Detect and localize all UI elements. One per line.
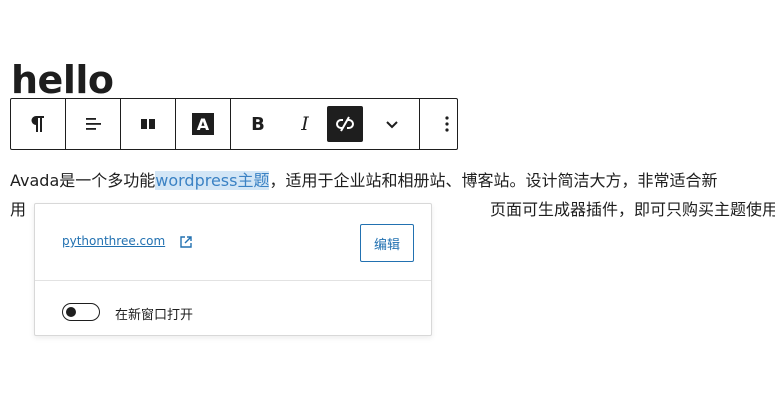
text-color-icon: A	[192, 113, 214, 135]
text-color-button[interactable]: A	[176, 99, 230, 149]
paragraph-line-1: Avada是一个多功能wordpress主题，适用于企业站和相册站、博客站。设计…	[10, 166, 775, 195]
align-button[interactable]	[66, 99, 120, 149]
toolbar-group-format: B I	[231, 99, 420, 149]
chevron-down-icon	[386, 121, 398, 129]
link-popover-preview: pythonthree.com 编辑	[35, 204, 431, 281]
paragraph-text-before-link: Avada是一个多功能	[10, 171, 156, 190]
columns-icon	[141, 119, 155, 129]
toolbar-group-layout	[121, 99, 176, 149]
paragraph-link[interactable]: wordpress主题	[155, 171, 270, 190]
paragraph-icon	[31, 116, 44, 132]
link-popover: pythonthree.com 编辑 在新窗口打开	[34, 203, 432, 336]
external-link-icon[interactable]	[179, 235, 193, 249]
toolbar-group-color: A	[176, 99, 231, 149]
unlink-icon	[336, 116, 354, 132]
bold-button[interactable]: B	[231, 99, 285, 149]
bold-icon: B	[251, 113, 265, 135]
toolbar-group-block-type	[11, 99, 66, 149]
open-new-tab-toggle[interactable]	[62, 303, 100, 321]
italic-icon: I	[301, 113, 309, 135]
block-toolbar: A B I	[10, 98, 458, 150]
svg-text:A: A	[197, 115, 210, 134]
columns-button[interactable]	[121, 99, 175, 149]
toolbar-group-align	[66, 99, 121, 149]
edit-link-button[interactable]: 编辑	[360, 224, 414, 262]
link-settings: 在新窗口打开	[35, 281, 431, 337]
toggle-knob	[66, 307, 76, 317]
open-new-tab-label: 在新窗口打开	[115, 308, 194, 323]
paragraph-button[interactable]	[11, 99, 65, 149]
more-formats-button[interactable]	[365, 99, 419, 149]
link-url[interactable]: pythonthree.com	[62, 234, 165, 248]
post-title-heading[interactable]: hello	[11, 58, 114, 102]
paragraph-text-after-link: ，适用于企业站和相册站、博客站。设计简洁大方，非常适合新	[269, 171, 718, 190]
unlink-button[interactable]	[325, 99, 365, 149]
align-left-icon	[86, 118, 101, 130]
more-vertical-icon	[445, 116, 449, 132]
options-button[interactable]	[420, 99, 474, 149]
toolbar-group-options	[420, 99, 474, 149]
unlink-active-highlight	[327, 106, 363, 142]
italic-button[interactable]: I	[285, 99, 325, 149]
